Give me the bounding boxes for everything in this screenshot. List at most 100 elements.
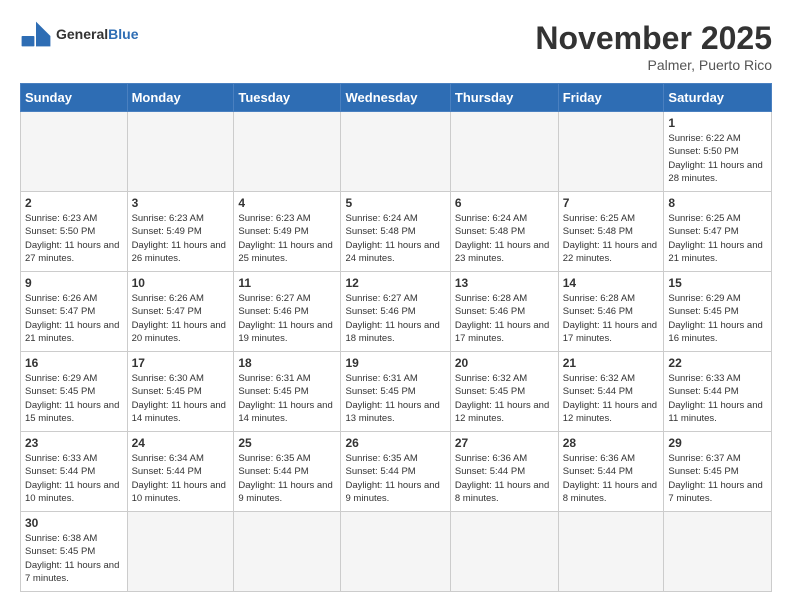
header: GeneralBlue November 2025 Palmer, Puerto…	[20, 20, 772, 73]
title-block: November 2025 Palmer, Puerto Rico	[535, 20, 772, 73]
calendar-row-1: 2Sunrise: 6:23 AM Sunset: 5:50 PM Daylig…	[21, 192, 772, 272]
calendar-row-2: 9Sunrise: 6:26 AM Sunset: 5:47 PM Daylig…	[21, 272, 772, 352]
day-number: 16	[25, 356, 123, 370]
calendar-day-15: 15 Sunrise: 6:29 AM Sunset: 5:45 PM Dayli…	[664, 272, 772, 352]
day-number: 15	[668, 276, 767, 290]
calendar-day-4: 4 Sunrise: 6:23 AM Sunset: 5:49 PM Daylig…	[234, 192, 341, 272]
day-number: 19	[345, 356, 445, 370]
weekday-header-monday: Monday	[127, 84, 234, 112]
month-title: November 2025	[535, 20, 772, 57]
day-info: Sunrise: 6:25 AM Sunset: 5:48 PM Dayligh…	[563, 212, 660, 265]
logo-blue: Blue	[108, 26, 138, 42]
weekday-header-friday: Friday	[558, 84, 664, 112]
day-number: 13	[455, 276, 554, 290]
calendar-day-empty	[558, 512, 664, 592]
calendar-day-8: 8 Sunrise: 6:25 AM Sunset: 5:47 PM Daylig…	[664, 192, 772, 272]
calendar-day-7: 7 Sunrise: 6:25 AM Sunset: 5:48 PM Daylig…	[558, 192, 664, 272]
weekday-header-wednesday: Wednesday	[341, 84, 450, 112]
day-number: 20	[455, 356, 554, 370]
day-number: 21	[563, 356, 660, 370]
day-info: Sunrise: 6:24 AM Sunset: 5:48 PM Dayligh…	[455, 212, 554, 265]
day-info: Sunrise: 6:29 AM Sunset: 5:45 PM Dayligh…	[668, 292, 767, 345]
day-number: 27	[455, 436, 554, 450]
day-info: Sunrise: 6:27 AM Sunset: 5:46 PM Dayligh…	[238, 292, 336, 345]
day-number: 24	[132, 436, 230, 450]
calendar-day-empty	[234, 112, 341, 192]
calendar-day-11: 11 Sunrise: 6:27 AM Sunset: 5:46 PM Dayli…	[234, 272, 341, 352]
calendar-day-empty	[664, 512, 772, 592]
day-number: 22	[668, 356, 767, 370]
day-info: Sunrise: 6:24 AM Sunset: 5:48 PM Dayligh…	[345, 212, 445, 265]
calendar-day-empty	[127, 112, 234, 192]
calendar-day-1: 1 Sunrise: 6:22 AM Sunset: 5:50 PM Daylig…	[664, 112, 772, 192]
calendar-day-26: 26Sunrise: 6:35 AM Sunset: 5:44 PM Dayli…	[341, 432, 450, 512]
day-number: 14	[563, 276, 660, 290]
calendar-row-3: 16 Sunrise: 6:29 AM Sunset: 5:45 PM Dayli…	[21, 352, 772, 432]
day-number: 12	[345, 276, 445, 290]
day-info: Sunrise: 6:27 AM Sunset: 5:46 PM Dayligh…	[345, 292, 445, 345]
logo: GeneralBlue	[20, 20, 138, 48]
day-number: 30	[25, 516, 123, 530]
weekday-header-sunday: Sunday	[21, 84, 128, 112]
calendar-day-3: 3 Sunrise: 6:23 AM Sunset: 5:49 PM Daylig…	[127, 192, 234, 272]
day-info: Sunrise: 6:29 AM Sunset: 5:45 PM Dayligh…	[25, 372, 123, 425]
day-number: 5	[345, 196, 445, 210]
calendar-day-24: 24Sunrise: 6:34 AM Sunset: 5:44 PM Dayli…	[127, 432, 234, 512]
calendar-day-empty	[21, 112, 128, 192]
logo-text: GeneralBlue	[56, 26, 138, 43]
day-number: 4	[238, 196, 336, 210]
calendar-day-28: 28 Sunrise: 6:36 AM Sunset: 5:44 PM Dayli…	[558, 432, 664, 512]
calendar-day-23: 23Sunrise: 6:33 AM Sunset: 5:44 PM Dayli…	[21, 432, 128, 512]
weekday-header-saturday: Saturday	[664, 84, 772, 112]
calendar-day-20: 20Sunrise: 6:32 AM Sunset: 5:45 PM Dayli…	[450, 352, 558, 432]
calendar-day-29: 29Sunrise: 6:37 AM Sunset: 5:45 PM Dayli…	[664, 432, 772, 512]
calendar-day-19: 19 Sunrise: 6:31 AM Sunset: 5:45 PM Dayli…	[341, 352, 450, 432]
calendar-row-5: 30 Sunrise: 6:38 AM Sunset: 5:45 PM Dayli…	[21, 512, 772, 592]
day-number: 28	[563, 436, 660, 450]
calendar-day-17: 17 Sunrise: 6:30 AM Sunset: 5:45 PM Dayli…	[127, 352, 234, 432]
day-info: Sunrise: 6:26 AM Sunset: 5:47 PM Dayligh…	[132, 292, 230, 345]
calendar-grid: SundayMondayTuesdayWednesdayThursdayFrid…	[20, 83, 772, 592]
day-info: Sunrise: 6:28 AM Sunset: 5:46 PM Dayligh…	[563, 292, 660, 345]
day-info: Sunrise: 6:36 AM Sunset: 5:44 PM Dayligh…	[455, 452, 554, 505]
logo-general: General	[56, 26, 108, 42]
calendar-day-27: 27 Sunrise: 6:36 AM Sunset: 5:44 PM Dayli…	[450, 432, 558, 512]
calendar-row-4: 23Sunrise: 6:33 AM Sunset: 5:44 PM Dayli…	[21, 432, 772, 512]
day-number: 26	[345, 436, 445, 450]
calendar-day-empty	[234, 512, 341, 592]
calendar-row-0: 1 Sunrise: 6:22 AM Sunset: 5:50 PM Daylig…	[21, 112, 772, 192]
day-number: 8	[668, 196, 767, 210]
day-info: Sunrise: 6:23 AM Sunset: 5:49 PM Dayligh…	[132, 212, 230, 265]
day-info: Sunrise: 6:38 AM Sunset: 5:45 PM Dayligh…	[25, 532, 123, 585]
day-info: Sunrise: 6:33 AM Sunset: 5:44 PM Dayligh…	[668, 372, 767, 425]
day-number: 17	[132, 356, 230, 370]
calendar-day-6: 6 Sunrise: 6:24 AM Sunset: 5:48 PM Daylig…	[450, 192, 558, 272]
day-info: Sunrise: 6:31 AM Sunset: 5:45 PM Dayligh…	[345, 372, 445, 425]
day-number: 6	[455, 196, 554, 210]
location: Palmer, Puerto Rico	[535, 57, 772, 73]
day-info: Sunrise: 6:33 AM Sunset: 5:44 PM Dayligh…	[25, 452, 123, 505]
day-info: Sunrise: 6:22 AM Sunset: 5:50 PM Dayligh…	[668, 132, 767, 185]
calendar-day-22: 22 Sunrise: 6:33 AM Sunset: 5:44 PM Dayli…	[664, 352, 772, 432]
day-info: Sunrise: 6:23 AM Sunset: 5:49 PM Dayligh…	[238, 212, 336, 265]
day-number: 1	[668, 116, 767, 130]
day-number: 7	[563, 196, 660, 210]
calendar-day-5: 5 Sunrise: 6:24 AM Sunset: 5:48 PM Daylig…	[341, 192, 450, 272]
day-info: Sunrise: 6:35 AM Sunset: 5:44 PM Dayligh…	[238, 452, 336, 505]
day-number: 11	[238, 276, 336, 290]
day-info: Sunrise: 6:25 AM Sunset: 5:47 PM Dayligh…	[668, 212, 767, 265]
day-info: Sunrise: 6:23 AM Sunset: 5:50 PM Dayligh…	[25, 212, 123, 265]
calendar-day-13: 13Sunrise: 6:28 AM Sunset: 5:46 PM Dayli…	[450, 272, 558, 352]
calendar-day-12: 12 Sunrise: 6:27 AM Sunset: 5:46 PM Dayli…	[341, 272, 450, 352]
day-info: Sunrise: 6:30 AM Sunset: 5:45 PM Dayligh…	[132, 372, 230, 425]
calendar-day-empty	[127, 512, 234, 592]
day-number: 25	[238, 436, 336, 450]
calendar-day-18: 18Sunrise: 6:31 AM Sunset: 5:45 PM Dayli…	[234, 352, 341, 432]
day-info: Sunrise: 6:36 AM Sunset: 5:44 PM Dayligh…	[563, 452, 660, 505]
calendar-day-14: 14 Sunrise: 6:28 AM Sunset: 5:46 PM Dayli…	[558, 272, 664, 352]
day-number: 3	[132, 196, 230, 210]
calendar-day-empty	[341, 512, 450, 592]
calendar-day-2: 2Sunrise: 6:23 AM Sunset: 5:50 PM Daylig…	[21, 192, 128, 272]
calendar-day-21: 21Sunrise: 6:32 AM Sunset: 5:44 PM Dayli…	[558, 352, 664, 432]
day-number: 29	[668, 436, 767, 450]
